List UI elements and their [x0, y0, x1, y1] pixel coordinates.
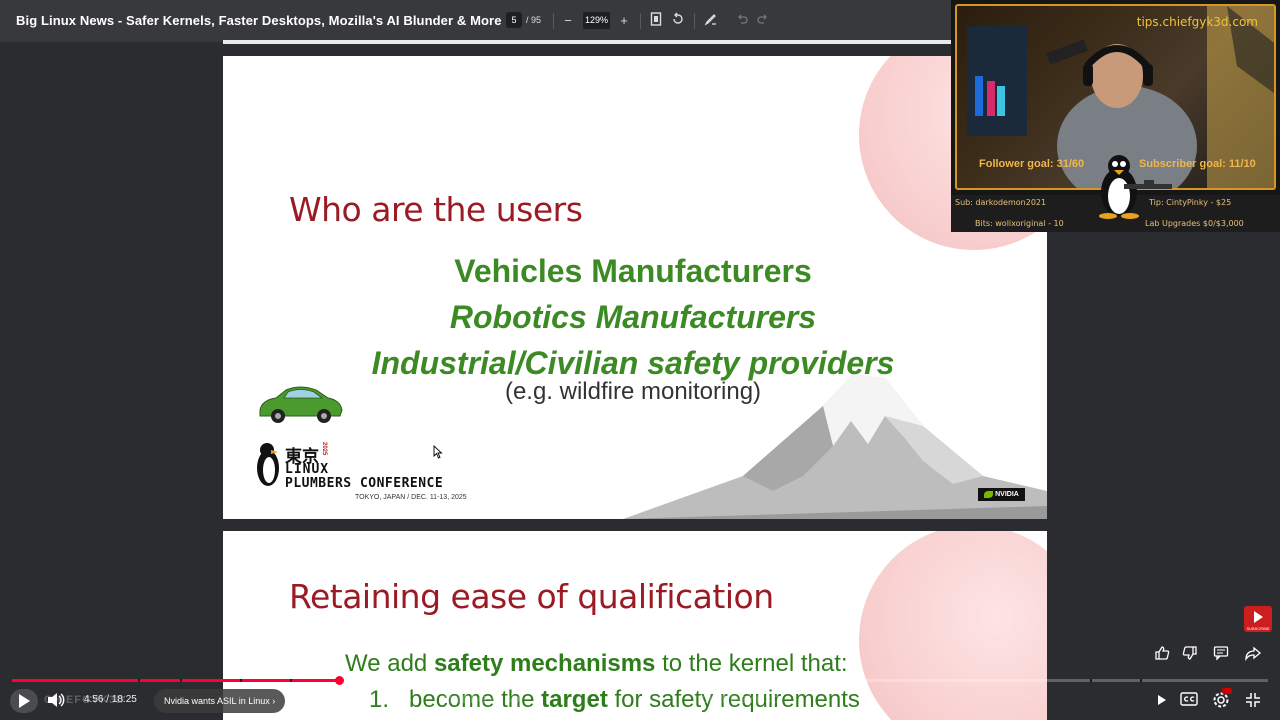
exit-fullscreen-icon	[1246, 693, 1260, 707]
page-number-input[interactable]: 5	[506, 12, 522, 28]
nvidia-eye-icon	[984, 491, 994, 498]
conf-date: TOKYO, JAPAN / DEC. 11-13, 2025	[355, 494, 467, 501]
dislike-button[interactable]	[1181, 645, 1199, 663]
progress-scrubber[interactable]	[335, 676, 344, 685]
toolbar-divider	[694, 13, 695, 29]
redo-icon[interactable]	[754, 12, 772, 30]
user-group-vehicles: Vehicles Manufacturers	[454, 253, 812, 289]
decorative-circle	[859, 531, 1047, 720]
green-car-icon	[259, 386, 343, 423]
slide-title: Who are the users	[289, 190, 583, 229]
chapter-marker	[180, 679, 182, 682]
share-button[interactable]	[1244, 645, 1262, 663]
chapter-button[interactable]: Nvidia wants ASIL in Linux ›	[154, 689, 286, 713]
user-group-industrial: Industrial/Civilian safety providers	[371, 345, 895, 381]
zoom-level-input[interactable]: 129%	[583, 12, 610, 29]
latest-sub: Sub: darkodemon2021	[955, 198, 1047, 207]
play-button[interactable]	[10, 689, 38, 713]
thumbs-up-icon	[1155, 646, 1170, 660]
play-icon	[1254, 611, 1263, 623]
captions-icon	[1180, 692, 1198, 706]
previous-slide-edge	[223, 40, 1047, 44]
hd-badge	[1222, 688, 1232, 694]
comment-icon	[1213, 646, 1229, 661]
thumbs-down-icon	[1182, 646, 1197, 660]
settings-button[interactable]	[1212, 688, 1232, 709]
undo-icon[interactable]	[733, 12, 751, 30]
exit-fullscreen-button[interactable]	[1244, 692, 1262, 710]
linux-plumbers-logo: 東京 2025 LINUX PLUMBERS CONFERENCE TOKYO,…	[255, 440, 485, 506]
channel-watermark: CHIEFGYK3D	[700, 694, 781, 706]
webcam-overlay: tips.chiefgyk3d.com Follower goal: 31/60…	[951, 0, 1280, 232]
latest-bits: Bits: wolixoriginal - 10	[975, 219, 1064, 228]
channel-watermark: CHIEFGYK3D	[440, 694, 521, 706]
slide-title: Retaining ease of qualification	[289, 577, 774, 616]
subscribe-watermark[interactable]: SUBSCRIBE	[1244, 606, 1272, 632]
penguin-icon	[257, 443, 279, 486]
nvidia-logo: NVIDIA	[978, 488, 1025, 501]
chapter-marker	[1090, 679, 1092, 682]
mouse-cursor-icon	[433, 445, 443, 459]
slide-intro-line: We add safety mechanisms to the kernel t…	[345, 650, 848, 677]
zoom-out-button[interactable]: −	[559, 12, 577, 30]
user-group-example: (e.g. wildfire monitoring)	[504, 378, 762, 405]
rotate-icon[interactable]	[669, 12, 687, 30]
autoplay-icon	[1158, 695, 1166, 705]
conf-name: PLUMBERS CONFERENCE	[285, 476, 444, 491]
toolbar-divider	[640, 13, 641, 29]
tips-url: tips.chiefgyk3d.com	[1136, 15, 1258, 29]
chapter-marker	[138, 679, 140, 682]
captions-button[interactable]	[1180, 692, 1198, 708]
conf-linux: LINUX	[285, 462, 330, 477]
annotate-icon[interactable]	[702, 12, 720, 30]
fit-page-icon[interactable]	[647, 12, 665, 30]
time-display: 4:56 / 18:25	[84, 694, 137, 705]
play-icon	[19, 694, 30, 708]
page-navigator: 5 / 95	[506, 12, 541, 28]
volume-icon	[48, 693, 65, 707]
follower-goal: Follower goal: 31/60	[979, 158, 1085, 170]
autoplay-toggle[interactable]	[1154, 693, 1170, 709]
zoom-in-button[interactable]: +	[615, 12, 633, 30]
video-title: Big Linux News - Safer Kernels, Faster D…	[16, 13, 502, 28]
screen: Big Linux News - Safer Kernels, Faster D…	[0, 0, 1280, 720]
conf-year: 2025	[321, 442, 327, 456]
like-button[interactable]	[1153, 645, 1171, 663]
tux-mascot-icon	[1099, 155, 1172, 219]
user-group-robotics: Robotics Manufacturers	[449, 299, 817, 335]
volume-button[interactable]	[46, 692, 66, 710]
comments-button[interactable]	[1212, 645, 1230, 663]
pdf-page-5: Who are the users Vehicles Manufacturers…	[223, 56, 1047, 519]
toolbar-divider	[553, 13, 554, 29]
chapter-marker	[1140, 679, 1142, 682]
share-icon	[1245, 646, 1262, 662]
lab-upgrades-goal: Lab Upgrades $0/$3,000	[1145, 219, 1244, 228]
page-total: / 95	[526, 15, 542, 25]
pdf-page-6: Retaining ease of qualification We add s…	[223, 531, 1047, 720]
chapter-marker	[240, 679, 242, 682]
chevron-right-icon: ›	[272, 696, 276, 706]
chapter-marker	[290, 679, 292, 682]
